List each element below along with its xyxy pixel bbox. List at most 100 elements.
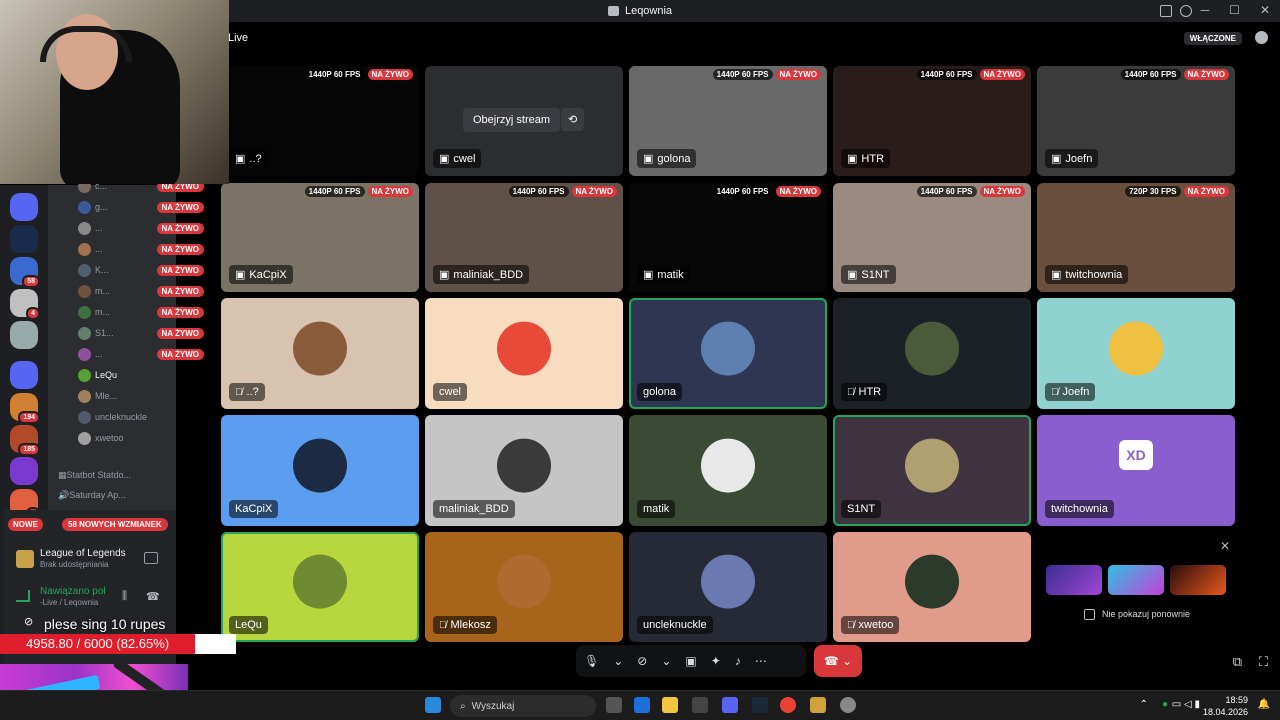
microphone-icon[interactable]: 🎙 — [584, 654, 599, 668]
chat-icon[interactable] — [1255, 31, 1268, 44]
server-icon[interactable] — [10, 361, 38, 389]
voice-user[interactable]: ... NA ŻYWO — [78, 239, 218, 259]
mentions-badge[interactable]: 58 NOWYCH WZMIANEK — [62, 518, 168, 531]
chrome-icon[interactable] — [780, 697, 796, 713]
voice-user[interactable]: ... NA ŻYWO — [78, 344, 218, 364]
close-icon[interactable]: ✕ — [1260, 3, 1270, 17]
screen-share-icon[interactable]: ▣ — [685, 654, 696, 668]
user-tile[interactable]: 🎙̸..? — [221, 298, 419, 409]
stream-tile[interactable]: 1440P 60 FPS NA ŻYWO ▣ matik — [629, 183, 827, 292]
discord-icon[interactable] — [722, 697, 738, 713]
user-tile[interactable]: matik — [629, 415, 827, 526]
server-icon[interactable] — [10, 193, 38, 221]
stream-tile[interactable]: 1440P 60 FPS NA ŻYWO ▣..? — [221, 66, 419, 176]
user-tile[interactable]: 🎙̸ Mlekosz — [425, 532, 623, 642]
stream-tile-label: ▣ maliniak_BDD — [433, 265, 530, 284]
stream-tile[interactable]: 1440P 60 FPS NA ŻYWO ▣ golona — [629, 66, 827, 176]
stream-tile[interactable]: 720P 30 FPS NA ŻYWO ▣ twitchownia — [1037, 183, 1235, 292]
store-icon[interactable] — [692, 697, 708, 713]
stream-tile[interactable]: 1440P 60 FPS NA ŻYWO ▣ HTR — [833, 66, 1031, 176]
voice-user[interactable]: uncleknuckle — [78, 407, 218, 427]
minimize-icon[interactable]: ─ — [1201, 3, 1210, 17]
server-icon[interactable] — [10, 457, 38, 485]
mic-tray-icon[interactable]: ● — [1162, 699, 1168, 710]
user-tile[interactable]: maliniak_BDD — [425, 415, 623, 526]
share-icon[interactable] — [144, 552, 158, 564]
voice-user[interactable]: LeQu — [78, 365, 218, 385]
voice-user[interactable]: ... NA ŻYWO — [78, 218, 218, 238]
stream-tile[interactable]: 1440P 60 FPS NA ŻYWO ▣ S1NT — [833, 183, 1031, 292]
user-tile[interactable]: XD twitchownia — [1037, 415, 1235, 526]
signal-icon — [16, 590, 30, 602]
network-icon[interactable]: ▭ ◁ ▮ — [1172, 699, 1200, 710]
user-tile[interactable]: 🎙̸ Joefn — [1037, 298, 1235, 409]
camera-off-icon[interactable]: ⊘ — [637, 654, 647, 668]
close-icon[interactable]: ✕ — [1220, 539, 1230, 553]
user-avatar — [78, 305, 91, 319]
maximize-icon[interactable]: ☐ — [1229, 3, 1240, 17]
help-icon[interactable] — [1180, 5, 1192, 17]
popout-icon[interactable]: ⧉ — [1233, 654, 1242, 670]
user-tile[interactable]: golona — [629, 298, 827, 409]
user-tile[interactable]: S1NT — [833, 415, 1031, 526]
toggle-badge[interactable]: WŁĄCZONE — [1183, 32, 1242, 45]
soundboard-icon[interactable]: ♪ — [735, 654, 741, 668]
server-icon[interactable]: 185 — [10, 425, 40, 456]
disconnect-button[interactable]: ☎ ⌄ — [814, 645, 862, 677]
notification-icon[interactable]: 🔔 — [1258, 699, 1270, 710]
app-icon[interactable] — [840, 697, 856, 713]
watch-stream-button[interactable]: Obejrzyj stream — [463, 108, 561, 132]
voice-user[interactable]: m... NA ŻYWO — [78, 302, 218, 322]
windows-start-icon[interactable] — [425, 697, 441, 713]
voice-user[interactable]: g... NA ŻYWO — [78, 197, 218, 217]
user-tile[interactable]: KaCpiX — [221, 415, 419, 526]
server-icon[interactable] — [10, 321, 38, 349]
chevron-down-icon[interactable]: ⌄ — [613, 654, 623, 668]
user-tile[interactable]: uncleknuckle — [629, 532, 827, 642]
task-view-icon[interactable] — [606, 697, 622, 713]
voice-channel[interactable]: 🔊 Saturday Ap... — [58, 485, 198, 505]
popout-stream-icon[interactable]: ⟲ — [561, 108, 585, 131]
steam-icon[interactable] — [752, 697, 768, 713]
stream-tile[interactable]: 1440P 60 FPS NA ŻYWO ▣ maliniak_BDD — [425, 183, 623, 292]
user-tile[interactable]: LeQu — [221, 532, 419, 642]
new-badge[interactable]: NOWE — [8, 518, 43, 531]
clock[interactable]: 18:59 18.04.2026 — [1203, 694, 1248, 718]
stream-tile[interactable]: 1440P 60 FPS NA ŻYWO ▣ Joefn — [1037, 66, 1235, 176]
stream-badges: 1440P 60 FPS NA ŻYWO — [712, 186, 821, 197]
search-box[interactable]: ⌕ Wyszukaj — [450, 695, 596, 717]
server-icon[interactable]: 4 — [10, 289, 40, 320]
server-icon[interactable]: 58 — [10, 257, 40, 288]
voice-user[interactable]: K... NA ŻYWO — [78, 260, 218, 280]
game-icon — [16, 550, 34, 568]
connection-status[interactable]: Nawiązano poł — [40, 586, 106, 597]
tray-chevron-icon[interactable]: ⌃ — [1140, 699, 1148, 710]
user-tile[interactable]: 🎙̸ HTR — [833, 298, 1031, 409]
stream-tile[interactable]: 1440P 60 FPS NA ŻYWO ▣ KaCpiX — [221, 183, 419, 292]
server-icon[interactable]: 194 — [10, 393, 40, 424]
stream-tile-label: ▣ HTR — [841, 149, 891, 168]
more-icon[interactable]: ⋯ — [755, 654, 767, 668]
obs-icon[interactable] — [810, 697, 826, 713]
dont-show-checkbox[interactable] — [1084, 609, 1095, 620]
outlook-icon[interactable] — [634, 697, 650, 713]
disconnect-icon[interactable]: ☎ — [146, 590, 160, 603]
voice-channel[interactable]: ▦ Statbot Statdo... — [58, 465, 198, 485]
user-tile[interactable]: cwel — [425, 298, 623, 409]
noise-icon[interactable]: ⫼ — [122, 590, 127, 603]
user-name: ..? — [246, 386, 259, 398]
camera-off-icon[interactable]: ⊘ — [24, 615, 33, 628]
file-explorer-icon[interactable] — [662, 697, 678, 713]
chevron-down-icon[interactable]: ⌄ — [661, 654, 671, 668]
voice-user[interactable]: m... NA ŻYWO — [78, 281, 218, 301]
voice-user[interactable]: S1... NA ŻYWO — [78, 323, 218, 343]
voice-user[interactable]: xwetoo — [78, 428, 218, 448]
connection-channel[interactable]: -Live / Leqownia — [40, 598, 98, 607]
activities-icon[interactable]: ✦ — [711, 654, 721, 668]
stream-tile[interactable]: Obejrzyj stream ⟲ ▣ cwel — [425, 66, 623, 176]
voice-user[interactable]: Mle... — [78, 386, 218, 406]
user-tile[interactable]: 🎙̸ xwetoo — [833, 532, 1031, 642]
server-icon[interactable] — [10, 225, 38, 253]
inbox-icon[interactable] — [1160, 5, 1172, 17]
fullscreen-icon[interactable]: ⛶ — [1259, 654, 1268, 670]
